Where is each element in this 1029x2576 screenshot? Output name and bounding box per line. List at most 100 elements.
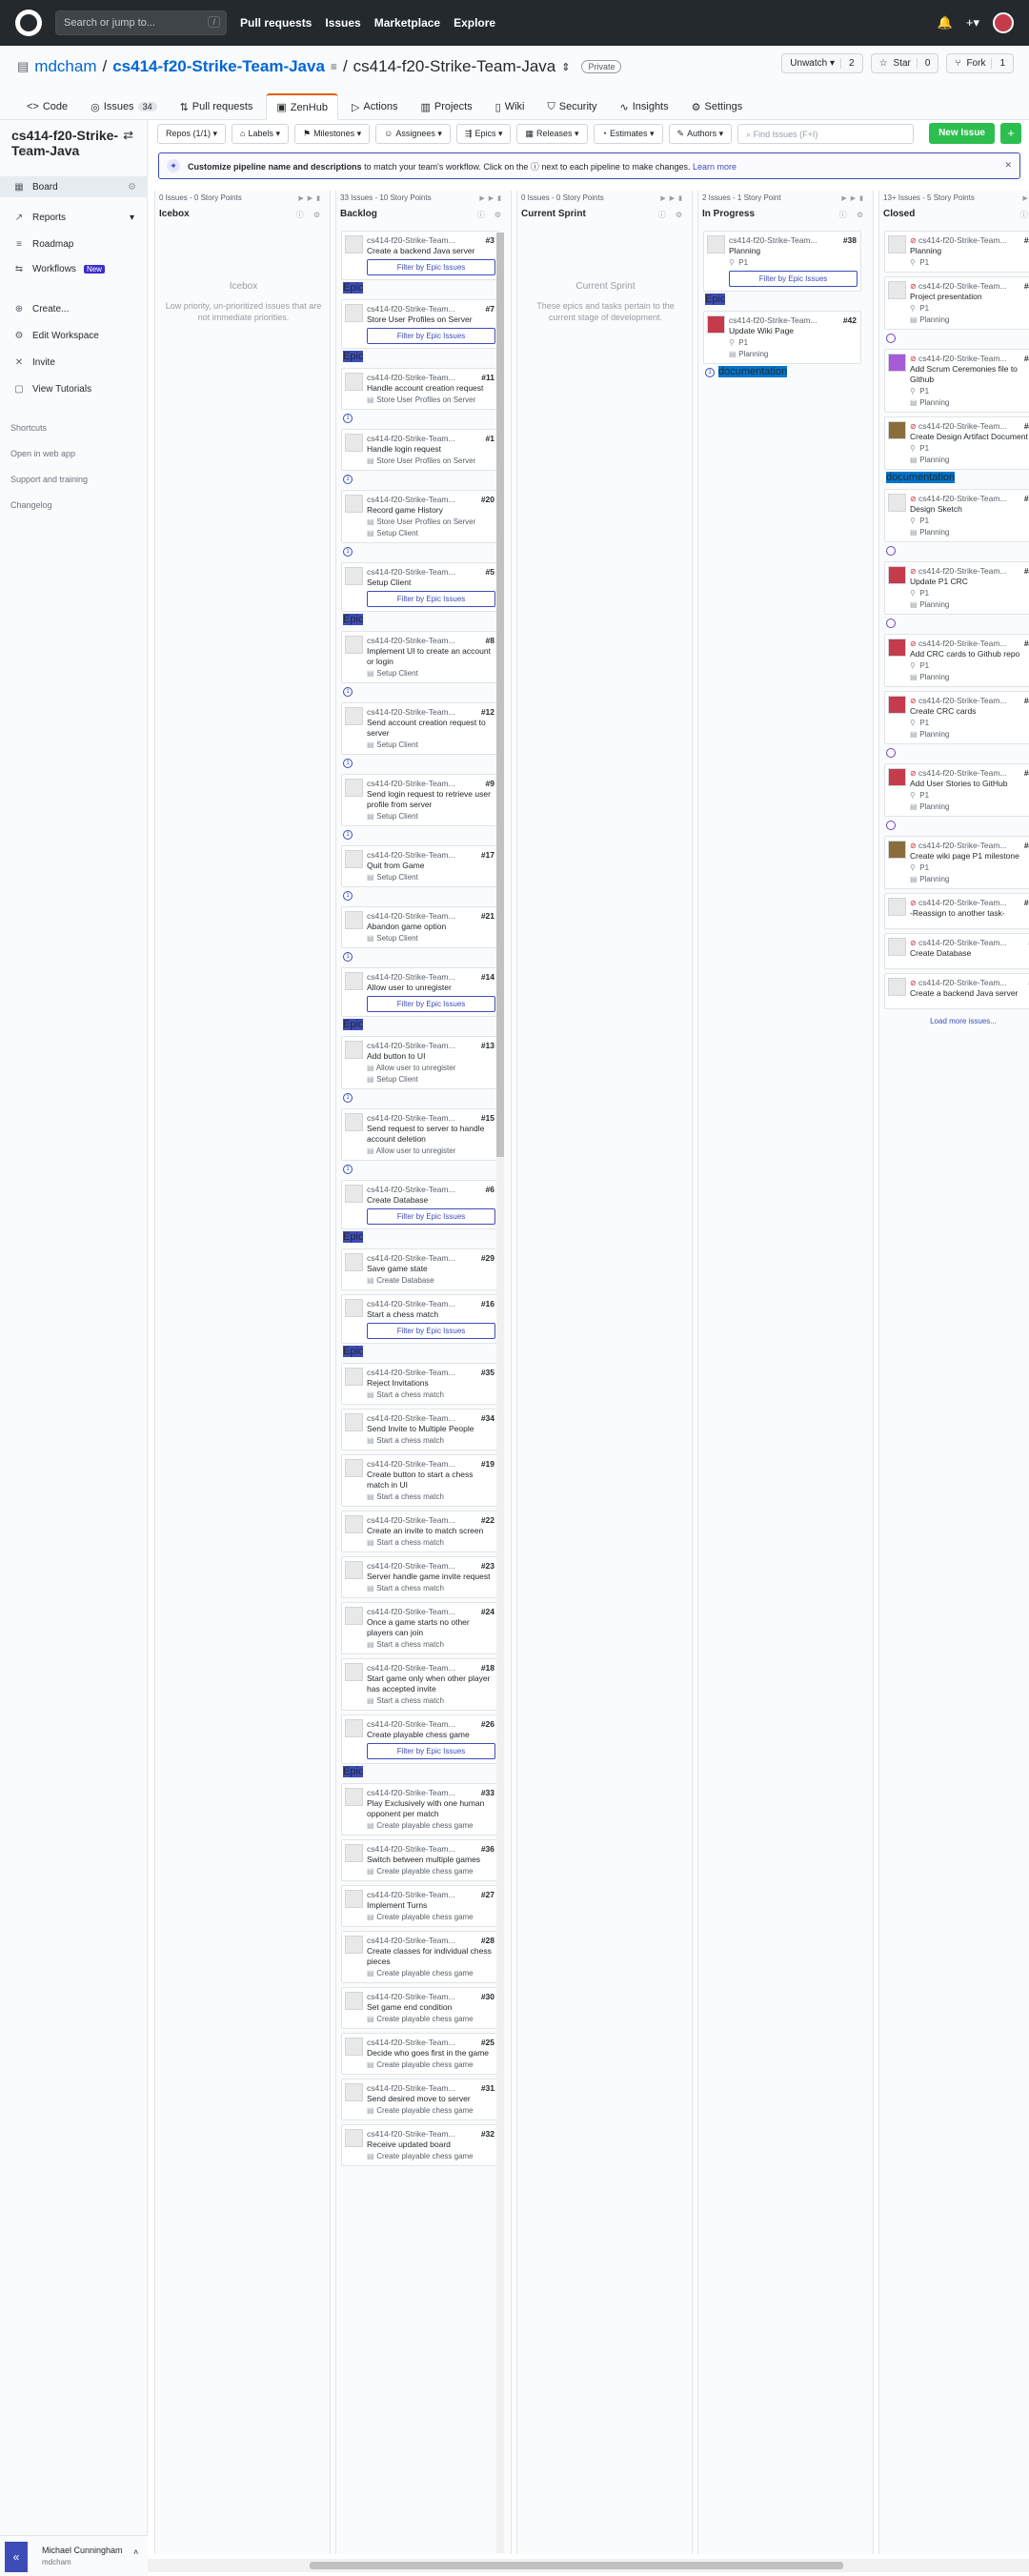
assignee-avatar[interactable] (345, 850, 363, 868)
repo-name-link[interactable]: cs414-f20-Strike-Team-Java (112, 57, 325, 76)
unwatch-button[interactable]: Unwatch ▾ 2 (781, 53, 863, 73)
issue-card[interactable]: cs414-f20-Strike-Team... #12 Send account … (341, 702, 499, 755)
issue-title[interactable]: Start game only when other player has ac… (367, 1673, 494, 1694)
scrollbar-thumb[interactable] (496, 233, 504, 1157)
close-icon[interactable]: ✕ (1004, 160, 1012, 171)
issue-title[interactable]: Start a chess match (367, 1309, 494, 1320)
find-issues-input[interactable]: ⌕ Find Issues (F+I) (737, 123, 915, 144)
issue-card[interactable]: cs414-f20-Strike-Team... #14 Allow user to… (341, 967, 499, 1017)
assignee-avatar[interactable] (345, 2083, 363, 2101)
sidebar-item-roadmap[interactable]: ≡ Roadmap (0, 233, 148, 254)
estimate-badge[interactable]: 1 (343, 475, 353, 484)
assignee-avatar[interactable] (345, 911, 363, 929)
sidebar-item-view-tutorials[interactable]: ▢ View Tutorials (0, 378, 148, 399)
board-settings-icon[interactable]: ⚙ (128, 182, 136, 193)
estimate-badge[interactable]: 1 (705, 368, 715, 377)
issue-card[interactable]: cs414-f20-Strike-Team... #33 Play Exclusiv… (341, 1783, 499, 1836)
issue-card[interactable]: cs414-f20-Strike-Team... #17 Quit from Gam… (341, 845, 499, 887)
issue-title[interactable]: Decide who goes first in the game (367, 2048, 494, 2059)
labels-filter[interactable]: ⌂ Labels ▾ (232, 123, 290, 144)
issue-card[interactable]: cs414-f20-Strike-Team... #6 Create Databas… (341, 1180, 499, 1229)
assignee-avatar[interactable] (345, 972, 363, 990)
learn-more-link[interactable]: Learn more (693, 162, 736, 172)
pipeline-name[interactable]: Icebox (159, 209, 190, 219)
assignee-avatar[interactable] (888, 235, 906, 254)
tab-actions[interactable]: ▷ Actions (342, 93, 408, 120)
issue-card[interactable]: cs414-f20-Strike-Team... #35 Reject Invita… (341, 1363, 499, 1405)
nav-explore[interactable]: Explore (454, 16, 495, 30)
assignee-avatar[interactable] (888, 978, 906, 996)
backlog-scrollbar[interactable] (496, 233, 504, 2553)
issue-title[interactable]: Abandon game option (367, 922, 494, 932)
issue-card[interactable]: cs414-f20-Strike-Team... #32 Receive updat… (341, 2124, 499, 2166)
sidebar-item-reports[interactable]: ↗ Reports ▾ (0, 207, 148, 228)
assignee-avatar[interactable] (888, 421, 906, 439)
tab-issues[interactable]: ◎ Issues 34 (81, 93, 166, 120)
filter-by-epic-button[interactable]: Filter by Epic Issues (367, 996, 495, 1012)
favorite-star-icon[interactable]: ☆ (21, 145, 30, 157)
issue-title[interactable]: Create playable chess game (367, 1730, 494, 1740)
issue-title[interactable]: Handle login request (367, 444, 494, 455)
assignee-avatar[interactable] (707, 235, 725, 254)
load-more-link[interactable]: Load more issues... (884, 1017, 1029, 1025)
assignee-avatar[interactable] (345, 1936, 363, 1954)
filter-by-epic-button[interactable]: Filter by Epic Issues (729, 271, 858, 287)
star-count[interactable]: 0 (916, 58, 930, 69)
assignee-avatar[interactable] (345, 1299, 363, 1317)
assignee-avatar[interactable] (345, 2038, 363, 2056)
assignee-avatar[interactable] (345, 1663, 363, 1681)
issue-card[interactable]: cs414-f20-Strike-Team... #8 Implement UI t… (341, 631, 499, 683)
search-input[interactable]: Search or jump to... / (55, 10, 227, 35)
issue-title[interactable]: Send Invite to Multiple People (367, 1424, 494, 1434)
tab-insights[interactable]: ∿ Insights (610, 93, 677, 120)
assignee-avatar[interactable] (888, 898, 906, 916)
issue-title[interactable]: Reject Invitations (367, 1378, 494, 1389)
assignee-avatar[interactable] (888, 566, 906, 584)
assignee-avatar[interactable] (345, 1561, 363, 1579)
fork-button[interactable]: ⑂ Fork 1 (946, 53, 1014, 73)
tab-security[interactable]: ⛉ Security (537, 93, 606, 120)
assignee-avatar[interactable] (345, 495, 363, 513)
issue-title[interactable]: Server handle game invite request (367, 1572, 494, 1582)
pipeline-controls-icon[interactable]: ▶▶▮ (1022, 194, 1029, 202)
issue-title[interactable]: Store User Profiles on Server (367, 314, 494, 325)
issue-title[interactable]: Handle account creation request (367, 383, 494, 394)
tab-projects[interactable]: ▥ Projects (411, 93, 481, 120)
releases-filter[interactable]: ▦ Releases ▾ (516, 123, 588, 144)
pipeline-info-icon[interactable]: ⓘ ⚙ (839, 210, 867, 220)
issue-title[interactable]: Setup Client (367, 578, 494, 588)
assignee-avatar[interactable] (345, 1368, 363, 1386)
sidebar-item-board[interactable]: ▦ Board ⚙ (0, 176, 148, 197)
issue-title[interactable]: Send request to server to handle account… (367, 1124, 494, 1145)
watch-count[interactable]: 2 (840, 58, 855, 69)
assignee-avatar[interactable] (707, 315, 725, 334)
shortcuts-link[interactable]: Shortcuts (10, 423, 47, 433)
pipeline-info-icon[interactable]: ⓘ ⚙ (296, 210, 324, 220)
assignee-avatar[interactable] (345, 1992, 363, 2010)
assignee-avatar[interactable] (345, 1607, 363, 1625)
assignee-avatar[interactable] (345, 304, 363, 322)
fork-count[interactable]: 1 (991, 58, 1005, 69)
issue-card[interactable]: cs414-f20-Strike-Team... #21 Abandon game … (341, 906, 499, 948)
estimate-badge[interactable]: 1 (343, 687, 353, 697)
issue-title[interactable]: Planning (729, 246, 857, 256)
estimate-badge[interactable]: 1 (343, 759, 353, 768)
issue-card[interactable]: ⊘ cs414-f20-Strike-Team... #46Project pre… (884, 276, 1029, 330)
issue-title[interactable]: Send login request to retrieve user prof… (367, 789, 494, 810)
assignee-avatar[interactable] (345, 1459, 363, 1477)
issue-card[interactable]: cs414-f20-Strike-Team... #27 Implement Tur… (341, 1885, 499, 1927)
issue-card[interactable]: cs414-f20-Strike-Team... #28 Create classe… (341, 1931, 499, 1983)
assignee-avatar[interactable] (345, 636, 363, 654)
assignee-avatar[interactable] (345, 1515, 363, 1533)
issue-card[interactable]: cs414-f20-Strike-Team... #18 Start game on… (341, 1658, 499, 1711)
issue-title[interactable]: Create Database (367, 1195, 494, 1206)
assignee-avatar[interactable] (888, 841, 906, 859)
filter-by-epic-button[interactable]: Filter by Epic Issues (367, 1323, 495, 1339)
issue-title[interactable]: Switch between multiple games (367, 1855, 494, 1865)
assignee-avatar[interactable] (888, 494, 906, 512)
issue-title[interactable]: Update P1 CRC (910, 577, 1029, 587)
pipeline-controls-icon[interactable]: ▶▶▮ (298, 194, 324, 202)
tab-code[interactable]: <> Code (17, 93, 77, 120)
github-logo-icon[interactable] (15, 10, 42, 36)
add-pipeline-button[interactable]: + (1000, 123, 1021, 144)
